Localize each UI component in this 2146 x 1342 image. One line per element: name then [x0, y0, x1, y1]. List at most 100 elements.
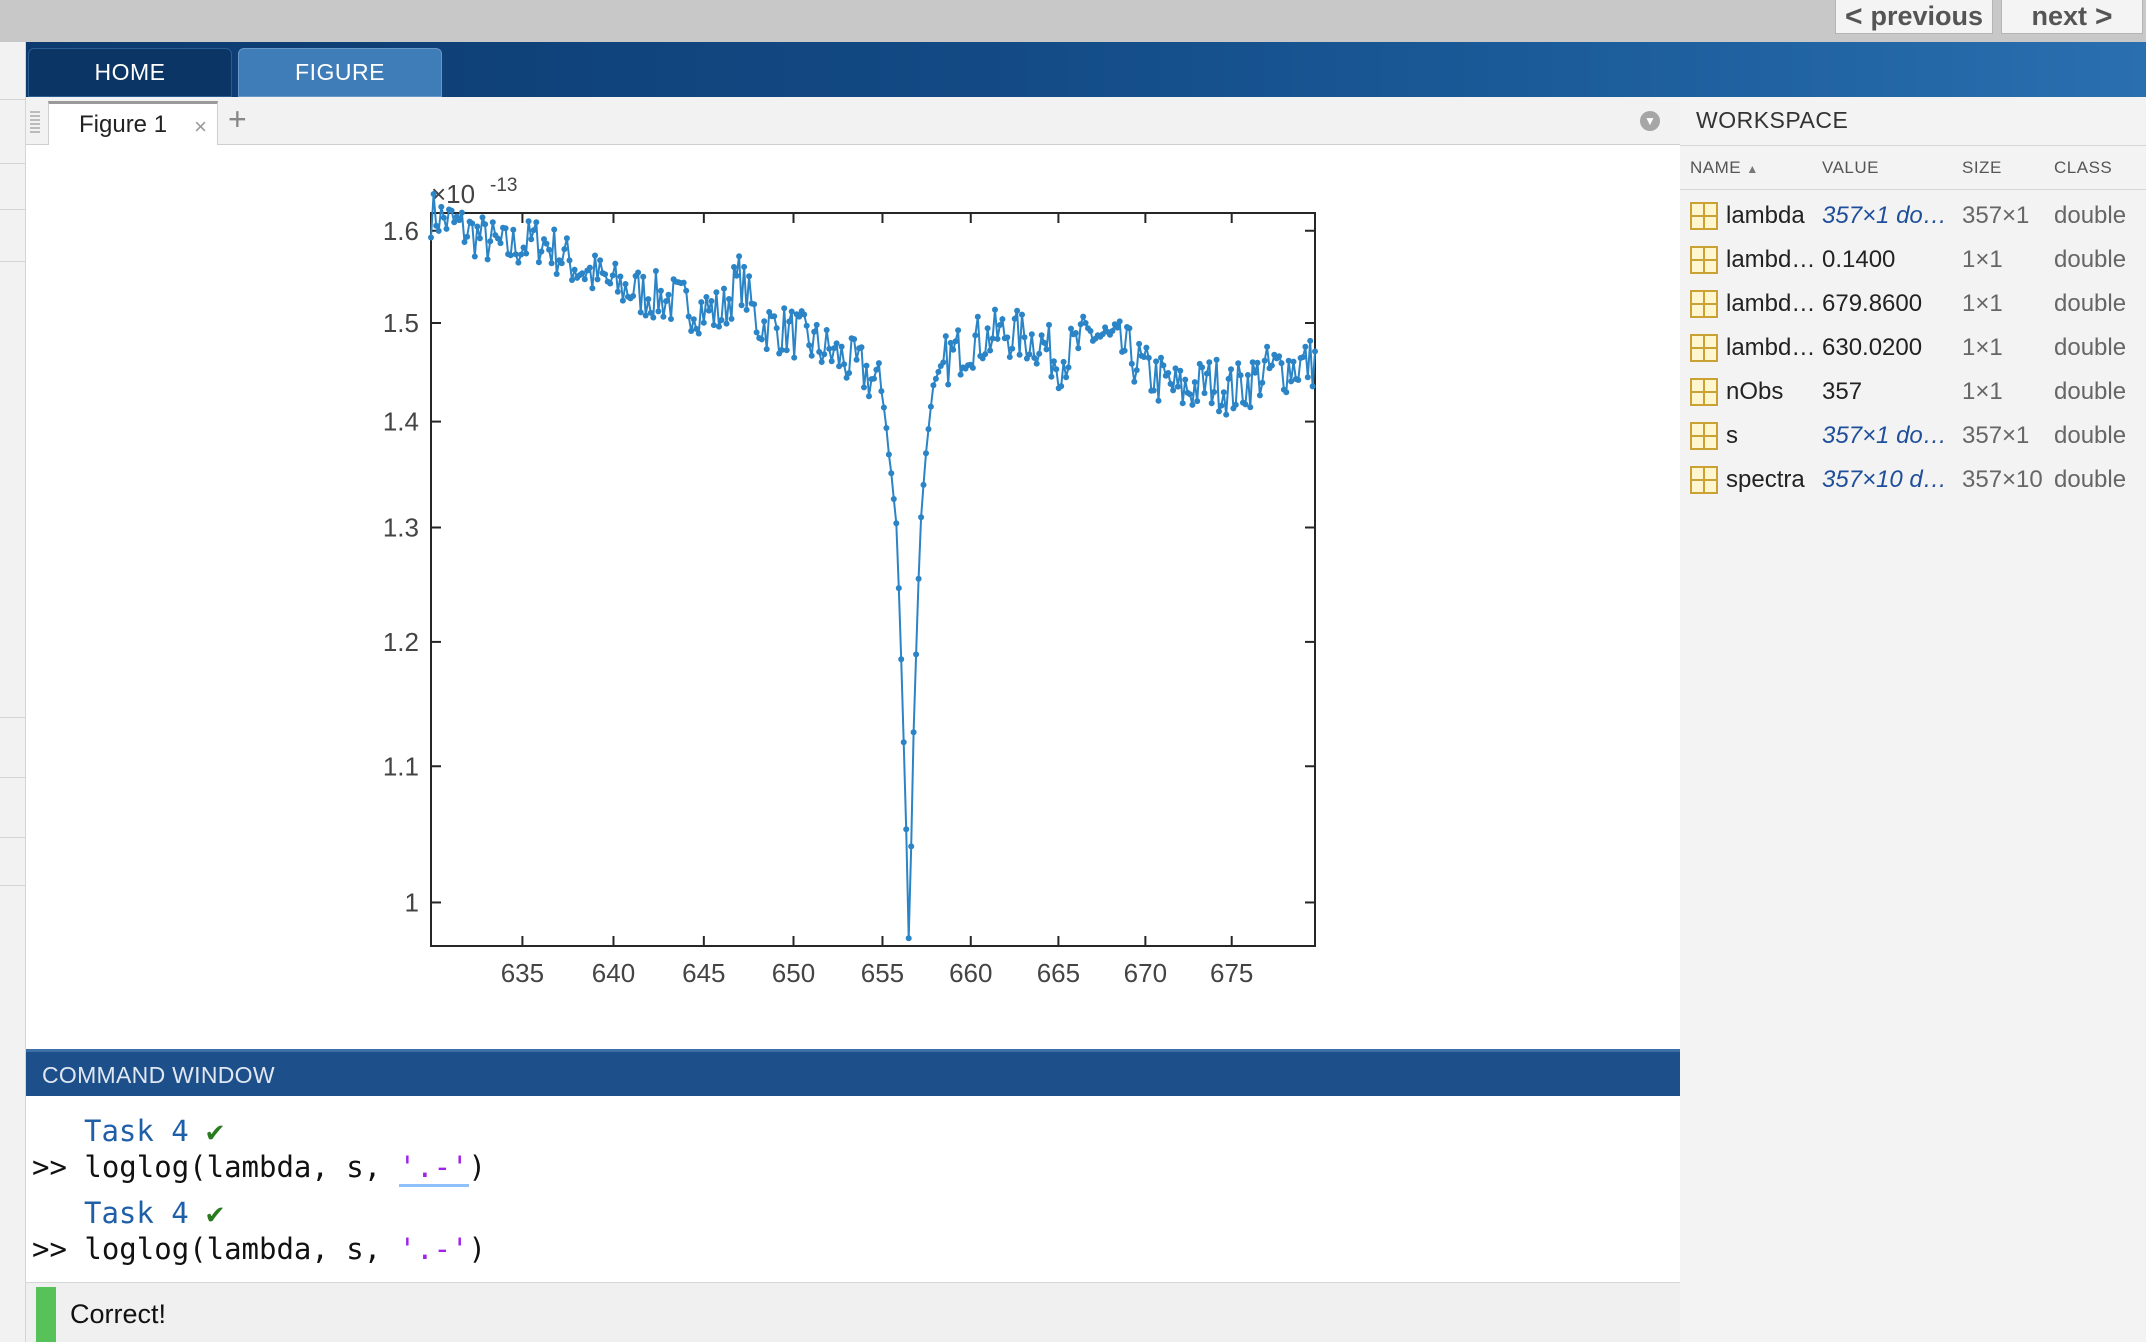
data-point — [430, 191, 437, 197]
variable-matrix-icon — [1690, 202, 1718, 230]
tab-figure[interactable]: FIGURE — [238, 48, 442, 97]
data-point — [811, 328, 818, 335]
data-point — [617, 273, 624, 280]
data-point — [984, 325, 991, 332]
data-point — [1053, 366, 1060, 373]
data-point — [1259, 379, 1266, 386]
data-point — [1087, 328, 1094, 334]
checkmark-icon: ✔ — [206, 1114, 224, 1148]
data-point — [841, 361, 848, 368]
data-point — [1264, 343, 1271, 350]
data-point — [972, 332, 979, 339]
data-point — [1058, 383, 1065, 390]
column-header-value[interactable]: VALUE — [1822, 158, 1879, 178]
workspace-row[interactable]: nObs 357 1×1 double — [1680, 369, 2146, 413]
data-point — [650, 314, 657, 321]
figure-tab[interactable]: Figure 1 × — [48, 101, 218, 146]
tab-home[interactable]: HOME — [28, 48, 232, 97]
top-bar: < previous next > — [0, 0, 2146, 42]
data-point — [507, 252, 514, 259]
variable-class: double — [2054, 290, 2127, 317]
data-point — [1072, 330, 1079, 336]
data-point — [1041, 339, 1048, 346]
data-point — [530, 227, 537, 234]
data-point — [1235, 360, 1242, 367]
data-point — [609, 272, 616, 279]
figure-tab-label: Figure 1 — [79, 111, 168, 138]
code-text: loglog(lambda, s, — [84, 1232, 399, 1266]
data-point — [637, 309, 644, 316]
data-point — [1187, 391, 1193, 398]
data-point — [1048, 373, 1055, 380]
command-window[interactable]: ‾‾ ‾ ‾‾ ‾ ‾ ‾ ‾ ‾ ‾ ‾‾ Task 4 ✔ >> loglo… — [26, 1096, 1680, 1282]
plot-area: 1 1.1 1.2 1.3 1.4 1.5 1.6 635 640 645 650 655 660 66… — [26, 145, 1680, 1049]
left-strip-segment — [0, 838, 26, 886]
close-icon[interactable]: × — [194, 114, 207, 140]
workspace-row[interactable]: spectra 357×10 d… 357×10 double — [1680, 457, 2146, 501]
data-point — [1126, 325, 1133, 332]
variable-class: double — [2054, 466, 2127, 493]
panel-options-icon[interactable]: ▼ — [1640, 111, 1660, 131]
data-point — [1174, 383, 1181, 390]
data-point — [1075, 345, 1082, 352]
column-header-class[interactable]: CLASS — [2054, 158, 2112, 178]
workspace-row[interactable]: s 357×1 do… 357×1 double — [1680, 413, 2146, 457]
column-header-size[interactable]: SIZE — [1962, 158, 2002, 178]
data-point — [622, 281, 629, 287]
data-point — [813, 321, 820, 328]
previous-button[interactable]: < previous — [1835, 0, 1993, 34]
command-line: >> loglog(lambda, s, '.-') — [32, 1232, 486, 1266]
data-point — [915, 575, 922, 582]
workspace-row[interactable]: lambd… 630.0200 1×1 double — [1680, 325, 2146, 369]
data-point — [1261, 357, 1268, 364]
next-button[interactable]: next > — [2001, 0, 2143, 34]
data-point — [731, 264, 737, 270]
data-point — [900, 739, 907, 746]
success-indicator — [36, 1287, 56, 1342]
variable-name: nObs — [1726, 378, 1784, 405]
code-text: loglog(lambda, s, — [84, 1150, 399, 1184]
data-point — [741, 263, 748, 270]
data-point — [698, 299, 705, 306]
data-point — [1114, 324, 1121, 331]
data-point — [771, 313, 778, 320]
data-point — [733, 272, 740, 279]
data-point — [523, 250, 530, 257]
drag-grip-icon[interactable] — [30, 111, 40, 133]
add-figure-icon[interactable]: + — [228, 101, 247, 138]
data-point — [515, 259, 522, 266]
workspace-row[interactable]: lambd… 679.8600 1×1 double — [1680, 281, 2146, 325]
data-point — [935, 368, 942, 375]
data-point — [974, 313, 981, 320]
data-point — [801, 311, 808, 318]
variable-class: double — [2054, 422, 2127, 449]
data-point — [758, 336, 765, 343]
data-point — [1170, 387, 1177, 394]
data-point — [690, 316, 697, 323]
data-point — [821, 351, 828, 358]
variable-size: 357×1 — [1962, 422, 2030, 449]
workspace-row[interactable]: lambda 357×1 do… 357×1 double — [1680, 193, 2146, 237]
data-point — [773, 325, 780, 332]
data-point — [942, 333, 949, 340]
data-point — [999, 316, 1006, 323]
column-name-label: NAME — [1690, 158, 1742, 177]
data-point — [996, 322, 1003, 328]
workspace-title: WORKSPACE — [1696, 107, 1849, 133]
data-point — [828, 358, 835, 365]
variable-size: 1×1 — [1962, 334, 2003, 361]
workspace-row[interactable]: lambd… 0.1400 1×1 double — [1680, 237, 2146, 281]
workspace-header: NAME ▲ VALUE SIZE CLASS — [1680, 145, 2146, 190]
x-tick-label: 645 — [682, 958, 725, 988]
data-point — [783, 347, 790, 354]
data-point — [428, 234, 434, 241]
column-header-name[interactable]: NAME ▲ — [1690, 158, 1759, 178]
data-point — [893, 520, 900, 527]
prompt: >> — [32, 1232, 67, 1266]
task-label: Task 4 ✔ — [84, 1196, 224, 1230]
data-point — [932, 375, 939, 382]
data-point — [566, 257, 573, 264]
data-point — [718, 317, 725, 323]
data-point — [1046, 321, 1052, 328]
variable-value: 357×10 d… — [1822, 466, 1947, 493]
